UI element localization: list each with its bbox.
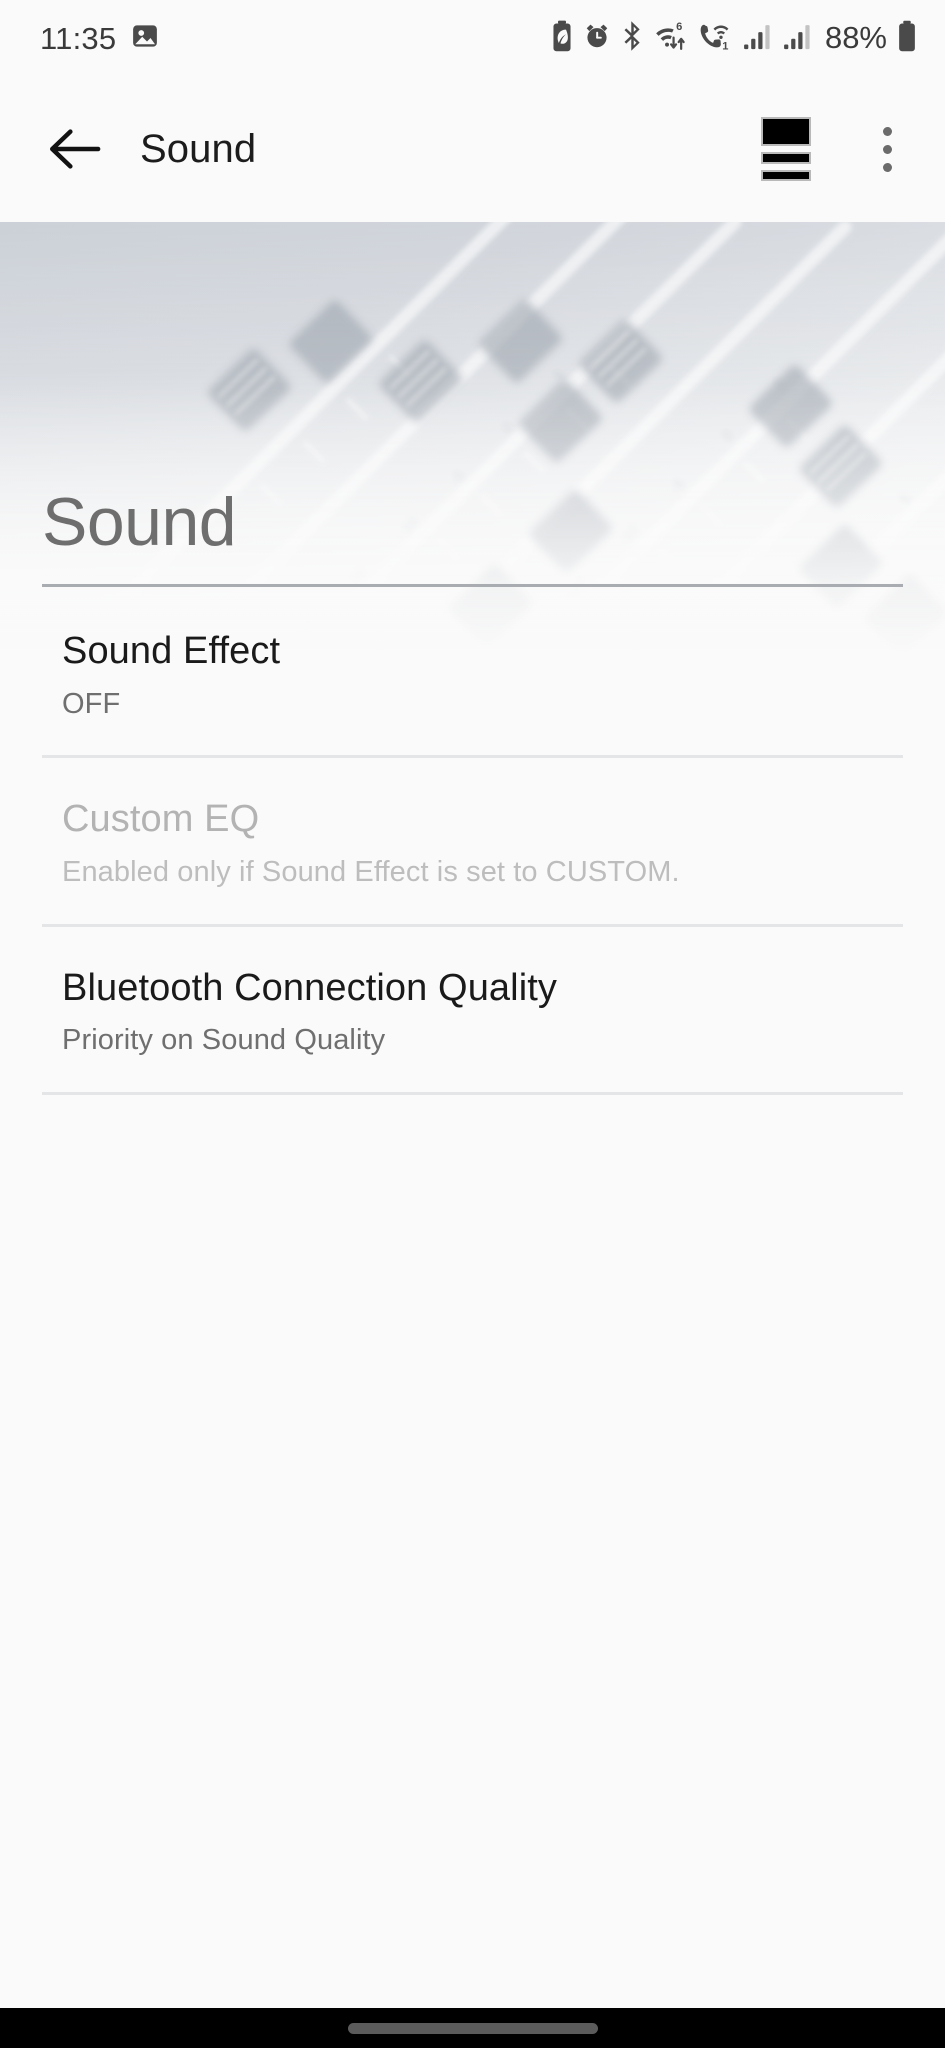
preference-title: Bluetooth Connection Quality	[62, 966, 557, 1009]
level-bar-large	[761, 117, 811, 146]
level-bar-small	[761, 169, 811, 181]
overflow-menu-button[interactable]	[859, 118, 915, 180]
status-bar: 11:35 6 1 88%	[0, 0, 945, 76]
battery-icon	[897, 20, 917, 57]
level-bars-icon	[761, 117, 811, 181]
system-navigation-bar	[0, 2008, 945, 2048]
list-divider-3	[42, 1092, 903, 1096]
overflow-dot-3	[882, 162, 892, 172]
overflow-dot-2	[882, 144, 892, 154]
back-button[interactable]	[48, 118, 110, 180]
preference-summary: Enabled only if Sound Effect is set to C…	[62, 855, 680, 888]
page-title-container: Sound	[0, 488, 945, 556]
status-bar-clock: 11:35	[40, 20, 117, 56]
battery-saver-icon	[551, 20, 573, 57]
level-bar-mid	[761, 152, 811, 164]
svg-text:6: 6	[676, 21, 682, 33]
battery-percent-label: 88%	[824, 20, 887, 55]
status-bar-right: 6 1 88%	[551, 20, 917, 57]
preference-sound-effect[interactable]: Sound Effect OFF	[0, 590, 945, 755]
phone-screen: 11:35 6 1 88% Sound Sound Sound Effect O…	[0, 0, 945, 2048]
wifi-calling-icon: 1	[699, 20, 733, 57]
app-bar-actions	[755, 117, 915, 181]
page-title: Sound	[42, 484, 237, 560]
arrow-left-icon	[50, 129, 101, 169]
preference-custom-eq: Custom EQ Enabled only if Sound Effect i…	[0, 758, 945, 923]
status-bar-left: 11:35	[40, 21, 160, 56]
app-bar-title: Sound	[140, 126, 257, 171]
bluetooth-icon	[621, 20, 645, 57]
app-bar: Sound	[0, 76, 945, 222]
sound-level-button[interactable]	[755, 117, 817, 181]
cellular-signal-2-icon	[783, 21, 813, 56]
photo-notification-icon	[130, 21, 160, 56]
home-gesture-pill[interactable]	[347, 2022, 598, 2034]
preference-title: Custom EQ	[62, 798, 260, 841]
preference-list: Sound Effect OFF Custom EQ Enabled only …	[0, 590, 945, 1096]
svg-text:1: 1	[722, 40, 728, 51]
preference-title: Sound Effect	[62, 630, 281, 672]
preference-summary: OFF	[62, 687, 121, 720]
overflow-dot-1	[882, 126, 892, 136]
preference-bluetooth-connection-quality[interactable]: Bluetooth Connection Quality Priority on…	[0, 927, 945, 1092]
preference-summary: Priority on Sound Quality	[62, 1024, 386, 1057]
alarm-icon	[583, 21, 611, 56]
cellular-signal-1-icon	[743, 21, 773, 56]
wifi-6-data-transfer-icon: 6	[655, 20, 689, 57]
page-title-divider	[42, 584, 903, 587]
